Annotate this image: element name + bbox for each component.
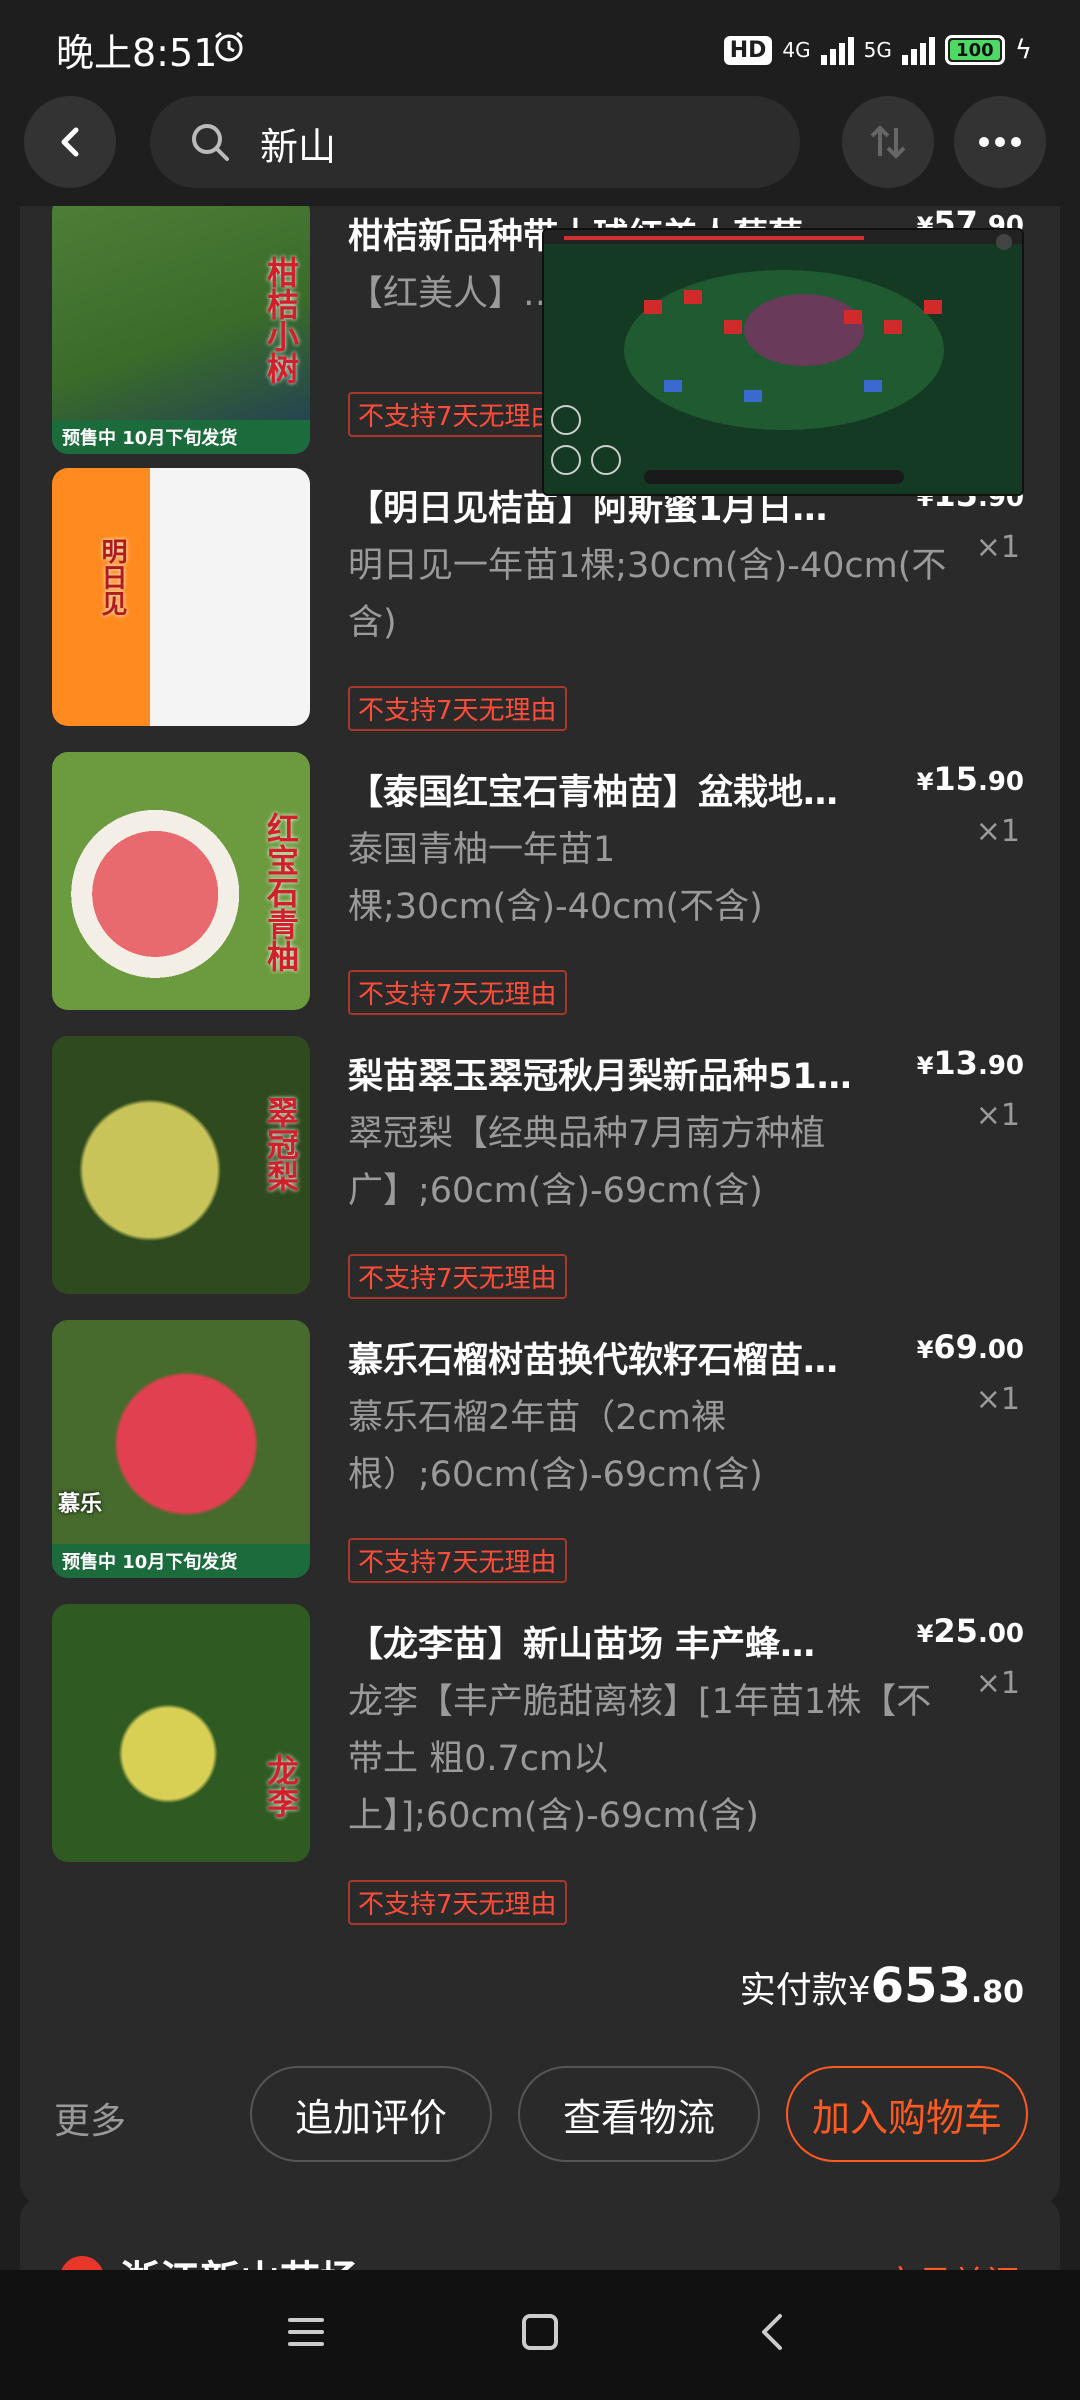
total-label: 实付款: [739, 1970, 848, 2011]
order-actions: 更多 追加评价 查看物流 加入购物车: [20, 2064, 1060, 2164]
order-item[interactable]: 明日见 【明日见桔苗】阿斯蜜1月日… 明日见一年苗1棵;30cm(含)-40cm…: [20, 468, 1060, 752]
add-review-button[interactable]: 追加评价: [250, 2066, 492, 2162]
thumbnail-caption: 明日见: [97, 538, 127, 616]
system-navigation-bar: [0, 2270, 1080, 2400]
product-thumbnail[interactable]: 翠冠梨: [52, 1036, 310, 1294]
view-logistics-button[interactable]: 查看物流: [518, 2066, 760, 2162]
search-icon: [192, 124, 229, 161]
battery-icon: 100: [944, 35, 1005, 65]
network-5g-label: 5G: [863, 38, 892, 62]
sort-button[interactable]: [842, 96, 934, 188]
pip-video-overlay[interactable]: [542, 228, 1024, 496]
product-title[interactable]: 【泰国红宝石青柚苗】盆栽地…: [348, 764, 918, 815]
return-policy-badge: 不支持7天无理由: [348, 1880, 567, 1925]
order-item[interactable]: 红宝石青柚 【泰国红宝石青柚苗】盆栽地… 泰国青柚一年苗1棵;30cm(含)-4…: [20, 752, 1060, 1036]
chevron-left-icon: [61, 127, 79, 157]
product-title[interactable]: 梨苗翠玉翠冠秋月梨新品种51…: [348, 1048, 918, 1099]
home-icon[interactable]: [518, 2310, 562, 2354]
product-thumbnail[interactable]: 红宝石青柚: [52, 752, 310, 1010]
menu-icon[interactable]: [284, 2310, 328, 2354]
product-thumbnail[interactable]: 明日见: [52, 468, 310, 726]
hd-voice-icon: HD: [723, 35, 773, 65]
back-button[interactable]: [24, 96, 116, 188]
status-time: 晚上8:51: [56, 31, 218, 75]
thumbnail-caption: 柑桔小树: [262, 256, 300, 384]
signal-icon-2: [901, 35, 935, 65]
thumbnail-caption: 慕乐: [58, 1491, 103, 1517]
total-amount: 653: [870, 1958, 971, 2014]
status-bar: 晚上8:51 HD 4G 5G 100 ϟ: [0, 0, 1080, 96]
order-item[interactable]: 慕乐 预售中 10月下旬发货 慕乐石榴树苗换代软籽石榴苗… 慕乐石榴2年苗（2c…: [20, 1320, 1060, 1604]
product-price: ¥15.90: [916, 760, 1024, 798]
alarm-clock-icon: [215, 31, 243, 62]
return-policy-badge: 不支持7天无理由: [348, 686, 567, 731]
product-title[interactable]: 慕乐石榴树苗换代软籽石榴苗…: [348, 1332, 918, 1383]
product-thumbnail[interactable]: 龙李: [52, 1604, 310, 1862]
return-policy-badge: 不支持7天无理由: [348, 1538, 567, 1583]
product-spec: 泰国青柚一年苗1棵;30cm(含)-40cm(不含): [348, 830, 763, 927]
return-policy-badge: 不支持7天无理由: [348, 1254, 567, 1299]
order-item[interactable]: 翠冠梨 梨苗翠玉翠冠秋月梨新品种51… 翠冠梨【经典品种7月南方种植广】;60c…: [20, 1036, 1060, 1320]
back-icon[interactable]: [752, 2310, 796, 2354]
thumbnail-caption: 红宝石青柚: [262, 812, 300, 972]
return-policy-badge: 不支持7天无理由: [348, 392, 567, 437]
add-to-cart-button[interactable]: 加入购物车: [786, 2066, 1028, 2162]
product-spec: 明日见一年苗1棵;30cm(含)-40cm(不含): [348, 546, 947, 643]
presale-banner: 预售中 10月下旬发货: [52, 1544, 310, 1578]
more-actions-link[interactable]: 更多: [54, 2092, 126, 2144]
product-quantity: ×1: [975, 1382, 1020, 1417]
top-bar: 新山: [0, 96, 1080, 206]
charging-icon: ϟ: [1014, 35, 1032, 65]
game-video-frame: [544, 230, 1022, 494]
order-card: 柑桔小树 预售中 10月下旬发货 柑桔新品种带土球红美人葡萄 【红美人】…根;5…: [20, 206, 1060, 2206]
order-total: 实付款¥653.80: [739, 1958, 1024, 2014]
search-query: 新山: [260, 125, 337, 169]
sort-arrows-icon: [870, 125, 906, 159]
product-quantity: ×1: [975, 1666, 1020, 1701]
thumbnail-caption: 龙李: [262, 1754, 300, 1818]
product-quantity: ×1: [975, 814, 1020, 849]
product-spec: 翠冠梨【经典品种7月南方种植广】;60cm(含)-69cm(含): [348, 1114, 826, 1211]
product-price: ¥13.90: [916, 1044, 1024, 1082]
more-options-button[interactable]: [954, 96, 1046, 188]
product-thumbnail[interactable]: 柑桔小树 预售中 10月下旬发货: [52, 206, 310, 454]
product-price: ¥25.00: [916, 1612, 1024, 1650]
product-spec: 龙李【丰产脆甜离核】[1年苗1株【不带土 粗0.7cm以上】];60cm(含)-…: [348, 1682, 932, 1836]
thumbnail-caption: 翠冠梨: [262, 1096, 300, 1192]
battery-level: 100: [949, 40, 1000, 61]
return-policy-badge: 不支持7天无理由: [348, 970, 567, 1015]
network-4g-label: 4G: [782, 38, 811, 62]
presale-banner: 预售中 10月下旬发货: [52, 420, 310, 454]
product-title[interactable]: 【龙李苗】新山苗场 丰产蜂…: [348, 1616, 918, 1667]
order-item[interactable]: 龙李 【龙李苗】新山苗场 丰产蜂… 龙李【丰产脆甜离核】[1年苗1株【不带土 粗…: [20, 1604, 1060, 1944]
product-price: ¥69.00: [916, 1328, 1024, 1366]
product-thumbnail[interactable]: 慕乐 预售中 10月下旬发货: [52, 1320, 310, 1578]
signal-icon: [820, 35, 854, 65]
product-quantity: ×1: [975, 530, 1020, 565]
product-quantity: ×1: [975, 1098, 1020, 1133]
search-bar[interactable]: 新山: [150, 96, 800, 188]
product-spec: 慕乐石榴2年苗（2cm裸根）;60cm(含)-69cm(含): [348, 1398, 763, 1495]
